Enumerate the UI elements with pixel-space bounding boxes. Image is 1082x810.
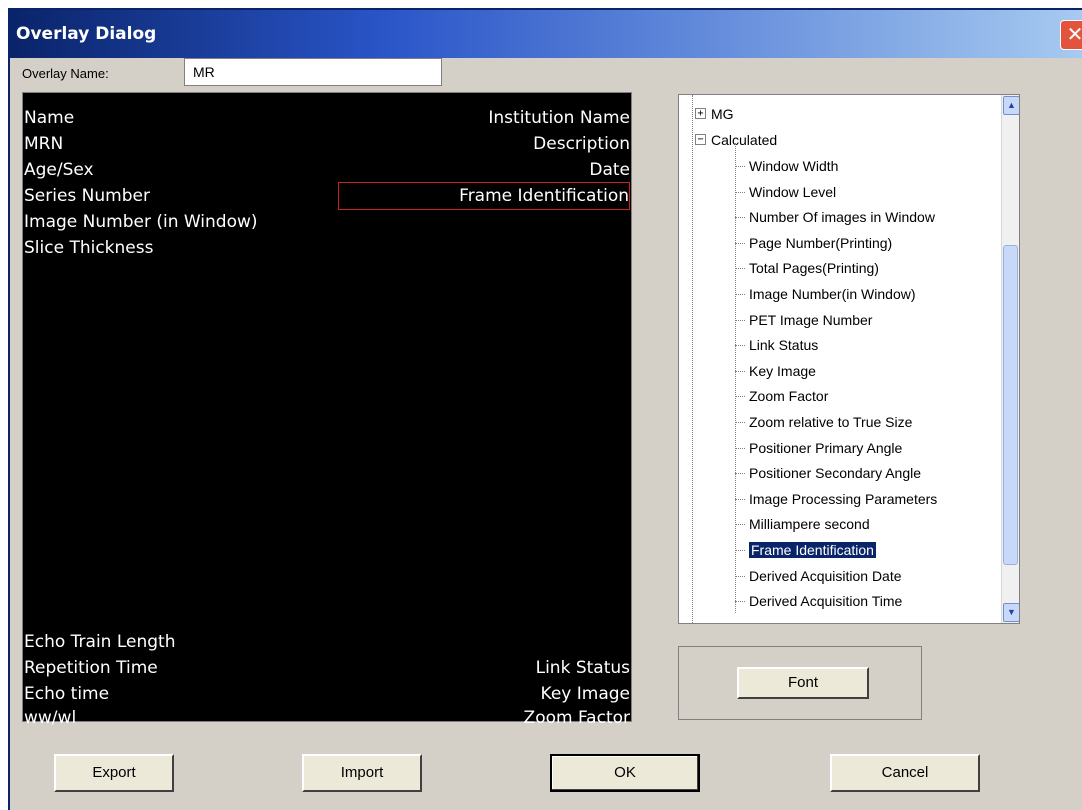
font-button[interactable]: Font xyxy=(737,667,869,699)
tree-item-label[interactable]: Image Processing Parameters xyxy=(749,491,937,507)
scroll-thumb[interactable] xyxy=(1003,245,1018,565)
tree-connector xyxy=(735,447,745,449)
tree-item[interactable]: Window Width xyxy=(735,155,838,177)
tree-item[interactable]: Zoom relative to True Size xyxy=(735,411,912,433)
tree-item-label[interactable]: Number Of images in Window xyxy=(749,209,935,225)
tree-item[interactable]: Frame Identification xyxy=(735,539,876,561)
overlay-field[interactable]: Date xyxy=(589,157,630,183)
tree-connector xyxy=(735,217,745,219)
tree-item[interactable]: Milliampere second xyxy=(735,513,870,535)
ok-button[interactable]: OK xyxy=(550,754,700,792)
scroll-down-icon[interactable]: ▼ xyxy=(1003,603,1019,622)
tree-connector xyxy=(735,370,745,372)
overlay-field[interactable]: Series Number xyxy=(24,183,150,209)
tree-connector xyxy=(735,575,745,577)
tree-item-label[interactable]: PET Image Number xyxy=(749,312,872,328)
tree-item[interactable]: Positioner Primary Angle xyxy=(735,437,902,459)
collapse-icon[interactable]: − xyxy=(695,134,706,145)
scroll-up-icon[interactable]: ▲ xyxy=(1003,96,1019,115)
tree-item[interactable]: Derived Acquisition Date xyxy=(735,565,902,587)
tree-connector xyxy=(735,550,745,551)
overlay-field[interactable]: Zoom Factor xyxy=(524,705,630,731)
tree-guide-line xyxy=(692,95,693,623)
tree-item-label[interactable]: Key Image xyxy=(749,363,816,379)
overlay-field[interactable]: Link Status xyxy=(536,655,630,681)
tree-connector xyxy=(735,191,745,193)
overlay-field[interactable]: MRN xyxy=(24,131,63,157)
tree-connector xyxy=(735,524,745,526)
overlay-field-selected[interactable]: Frame Identification xyxy=(338,182,630,210)
tree-item[interactable]: Key Image xyxy=(735,360,816,382)
tree-connector xyxy=(735,473,745,475)
expand-icon[interactable]: + xyxy=(695,108,706,119)
tree-item-label[interactable]: Positioner Secondary Angle xyxy=(749,465,921,481)
tree-item-label[interactable]: Positioner Primary Angle xyxy=(749,440,902,456)
close-button[interactable]: ✕ xyxy=(1060,20,1082,50)
tree-scrollbar[interactable]: ▲ ▼ xyxy=(1001,95,1019,623)
overlay-field[interactable]: Repetition Time xyxy=(24,655,158,681)
tree-item-label[interactable]: Page Number(Printing) xyxy=(749,235,892,251)
tree-connector xyxy=(735,166,745,167)
tree-item-label[interactable]: Derived Acquisition Time xyxy=(749,593,902,609)
tree-item[interactable]: Image Processing Parameters xyxy=(735,488,937,510)
tree-item[interactable]: Image Number(in Window) xyxy=(735,283,916,305)
overlay-name-input[interactable] xyxy=(184,58,442,86)
close-icon: ✕ xyxy=(1066,22,1082,46)
tree-connector xyxy=(735,268,745,270)
tree-item[interactable]: Total Pages(Printing) xyxy=(735,257,879,279)
overlay-field[interactable]: Echo Train Length xyxy=(24,629,176,655)
tree-item[interactable]: PET Image Number xyxy=(735,309,872,331)
overlay-field[interactable]: Description xyxy=(533,131,630,157)
tree-connector xyxy=(735,294,745,295)
overlay-field[interactable]: Age/Sex xyxy=(24,157,94,183)
tree-item-label[interactable]: Total Pages(Printing) xyxy=(749,260,879,276)
window-title: Overlay Dialog xyxy=(16,24,157,44)
overlay-preview[interactable]: Name MRN Age/Sex Series Number Image Num… xyxy=(22,92,632,728)
tree-node-label[interactable]: Calculated xyxy=(711,132,777,148)
tree-node-label[interactable]: MG xyxy=(711,106,734,122)
tree-item-label[interactable]: Image Number(in Window) xyxy=(749,286,916,302)
tree-connector xyxy=(735,422,745,423)
tree-connector xyxy=(735,319,745,321)
tree-item[interactable]: Page Number(Printing) xyxy=(735,232,892,254)
tree-item-label[interactable]: Window Level xyxy=(749,184,836,200)
field-tree[interactable]: + MG − Calculated Window Width Window Lev… xyxy=(678,94,1020,624)
overlay-field[interactable]: Echo time xyxy=(24,681,109,707)
overlay-name-label: Overlay Name: xyxy=(22,66,109,81)
tree-item[interactable]: Positioner Secondary Angle xyxy=(735,462,921,484)
tree-item-label[interactable]: Link Status xyxy=(749,337,818,353)
tree-connector xyxy=(735,601,745,603)
tree-item[interactable]: Number Of images in Window xyxy=(735,206,935,228)
tree-item-label[interactable]: Milliampere second xyxy=(749,516,870,532)
font-group: Font xyxy=(678,646,922,720)
tree-item[interactable]: Window Level xyxy=(735,181,836,203)
tree-item-label[interactable]: Derived Acquisition Date xyxy=(749,568,902,584)
overlay-field[interactable]: Image Number (in Window) xyxy=(24,209,258,235)
tree-node-mg[interactable]: + MG xyxy=(695,103,734,125)
tree-item[interactable]: Derived Acquisition Time xyxy=(735,590,902,612)
export-button[interactable]: Export xyxy=(54,754,174,792)
overlay-field[interactable]: Key Image xyxy=(541,681,630,707)
overlay-dialog-window: Overlay Dialog ✕ Overlay Name: Name MRN … xyxy=(8,8,1082,810)
overlay-field[interactable]: ww/wl xyxy=(24,705,76,731)
tree-connector xyxy=(735,396,745,398)
tree-guide-line xyxy=(735,143,736,613)
tree-item[interactable]: Link Status xyxy=(735,334,818,356)
tree-node-calculated[interactable]: − Calculated xyxy=(695,129,777,151)
tree-item-label[interactable]: Zoom relative to True Size xyxy=(749,414,912,430)
import-button[interactable]: Import xyxy=(302,754,422,792)
tree-connector xyxy=(735,242,745,244)
overlay-field[interactable]: Name xyxy=(24,105,74,131)
tree-connector xyxy=(735,345,745,347)
tree-item-label[interactable]: Zoom Factor xyxy=(749,388,828,404)
tree-connector xyxy=(735,498,745,500)
title-bar[interactable]: Overlay Dialog ✕ xyxy=(10,10,1082,58)
overlay-field[interactable]: Institution Name xyxy=(488,105,630,131)
cancel-button[interactable]: Cancel xyxy=(830,754,980,792)
tree-item-label[interactable]: Frame Identification xyxy=(749,542,876,558)
tree-item-label[interactable]: Window Width xyxy=(749,158,838,174)
overlay-field[interactable]: Slice Thickness xyxy=(24,235,153,261)
tree-item[interactable]: Zoom Factor xyxy=(735,385,828,407)
